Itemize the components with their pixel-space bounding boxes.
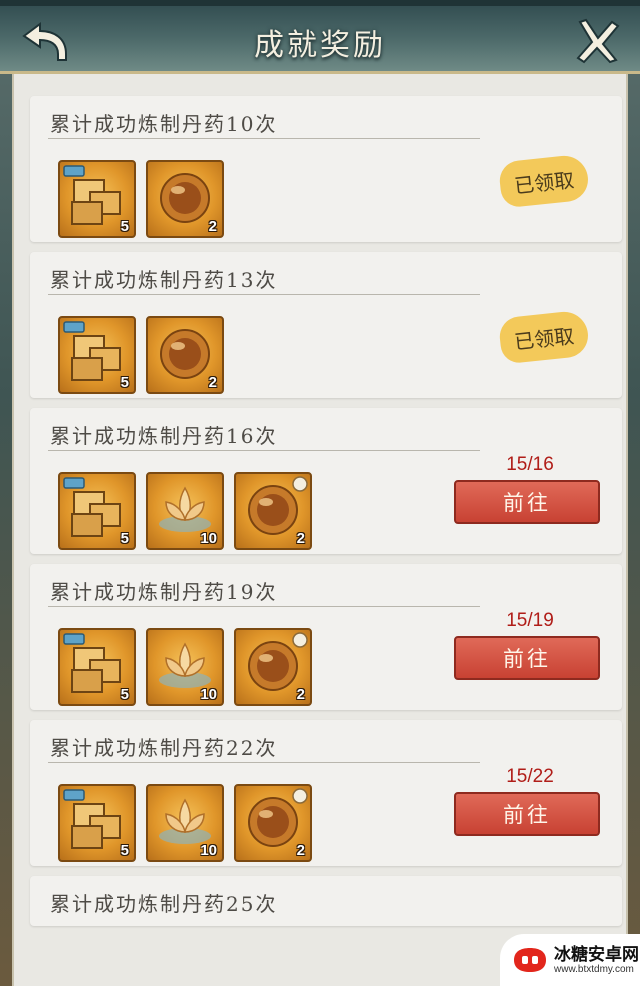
close-icon: [576, 18, 620, 64]
achievement-title: 累计成功炼制丹药19次: [50, 580, 278, 604]
reward-quantity: 5: [120, 530, 129, 547]
go-button[interactable]: 前往: [454, 792, 600, 836]
reward-item[interactable]: 5: [58, 628, 136, 706]
site-watermark: 冰糖安卓网 www.btxtdmy.com: [500, 934, 640, 986]
reward-item[interactable]: 2: [234, 628, 312, 706]
reward-item[interactable]: 5: [58, 784, 136, 862]
reward-quantity: 2: [296, 686, 305, 703]
reward-quantity: 2: [208, 374, 217, 391]
achievement-card: 累计成功炼制丹药19次 5 10 2 15/19 前往: [30, 564, 622, 710]
watermark-url: www.btxtdmy.com: [554, 964, 634, 975]
progress-text: 15/19: [506, 610, 554, 631]
achievement-card: 累计成功炼制丹药16次 5 10 2 15/16 前往: [30, 408, 622, 554]
reward-item[interactable]: 10: [146, 784, 224, 862]
achievement-title: 累计成功炼制丹药25次: [50, 892, 278, 916]
reward-item[interactable]: 2: [146, 316, 224, 394]
achievement-card: 累计成功炼制丹药10次 5 2 已领取: [30, 96, 622, 242]
divider: [48, 294, 480, 295]
reward-item[interactable]: 10: [146, 472, 224, 550]
reward-quantity: 10: [200, 530, 217, 547]
claimed-badge: 已领取: [497, 153, 591, 209]
reward-quantity: 5: [120, 218, 129, 235]
achievement-card: 累计成功炼制丹药13次 5 2 已领取: [30, 252, 622, 398]
go-button[interactable]: 前往: [454, 480, 600, 524]
reward-quantity: 5: [120, 686, 129, 703]
progress-text: 15/22: [506, 766, 554, 787]
close-button[interactable]: [572, 16, 622, 66]
reward-quantity: 5: [120, 842, 129, 859]
watermark-text: 冰糖安卓网: [554, 945, 639, 964]
divider: [48, 606, 480, 607]
reward-quantity: 10: [200, 686, 217, 703]
claimed-badge: 已领取: [497, 309, 591, 365]
logo-icon: [514, 948, 546, 972]
reward-quantity: 10: [200, 842, 217, 859]
achievement-title: 累计成功炼制丹药22次: [50, 736, 278, 760]
reward-item[interactable]: 2: [234, 472, 312, 550]
progress-text: 15/16: [506, 454, 554, 475]
reward-quantity: 2: [296, 842, 305, 859]
achievement-card: 累计成功炼制丹药22次 5 10 2 15/22 前往: [30, 720, 622, 866]
achievement-title: 累计成功炼制丹药16次: [50, 424, 278, 448]
reward-quantity: 5: [120, 374, 129, 391]
reward-item[interactable]: 2: [234, 784, 312, 862]
reward-item[interactable]: 5: [58, 472, 136, 550]
header-bar: 成就奖励: [0, 0, 640, 74]
achievement-card: 累计成功炼制丹药25次: [30, 876, 622, 926]
reward-item[interactable]: 5: [58, 160, 136, 238]
reward-item[interactable]: 10: [146, 628, 224, 706]
reward-quantity: 2: [208, 218, 217, 235]
reward-item[interactable]: 2: [146, 160, 224, 238]
reward-quantity: 2: [296, 530, 305, 547]
reward-item[interactable]: 5: [58, 316, 136, 394]
divider: [48, 138, 480, 139]
divider: [48, 762, 480, 763]
achievement-title: 累计成功炼制丹药10次: [50, 112, 278, 136]
achievement-title: 累计成功炼制丹药13次: [50, 268, 278, 292]
page-title: 成就奖励: [254, 28, 386, 63]
go-button[interactable]: 前往: [454, 636, 600, 680]
divider: [48, 450, 480, 451]
